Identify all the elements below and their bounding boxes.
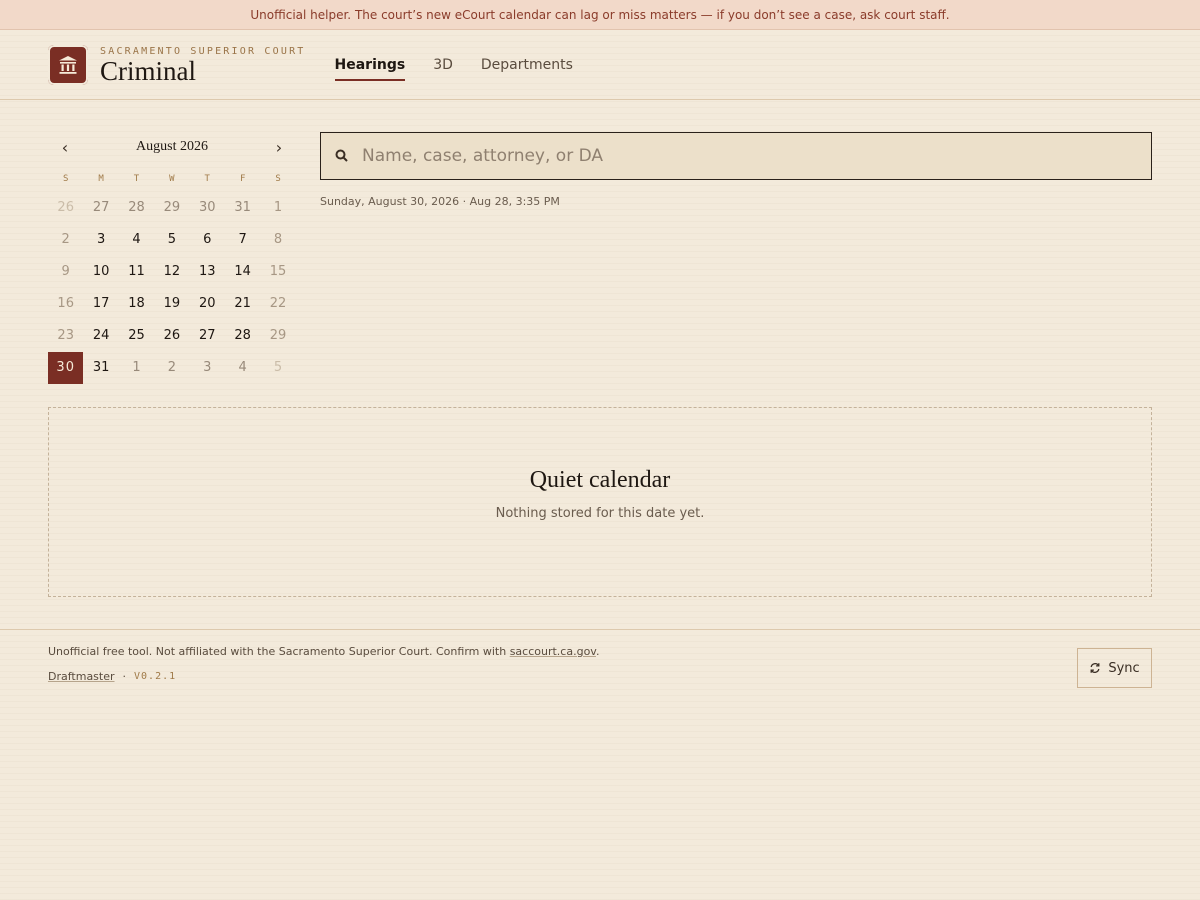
- calendar-day[interactable]: 20: [190, 288, 225, 320]
- credits: Draftmaster · V0.2.1: [48, 670, 176, 683]
- calendar-day[interactable]: 7: [225, 224, 260, 256]
- calendar-day[interactable]: 27: [83, 192, 118, 224]
- calendar-day[interactable]: 26: [154, 320, 189, 352]
- calendar-day[interactable]: 2: [48, 224, 83, 256]
- calendar-day[interactable]: 14: [225, 256, 260, 288]
- disclaimer-end: .: [595, 645, 600, 658]
- calendar-day[interactable]: 30: [48, 352, 84, 384]
- calendar-day[interactable]: 23: [48, 320, 83, 352]
- nav-hearings[interactable]: Hearings: [334, 49, 406, 81]
- next-month-button[interactable]: ›: [272, 138, 286, 157]
- weekday-label: S: [275, 174, 281, 184]
- calendar-day[interactable]: 26: [48, 192, 83, 224]
- weekday-label: T: [133, 174, 140, 184]
- calendar-day[interactable]: 27: [190, 320, 225, 352]
- prev-month-button[interactable]: ‹: [58, 138, 72, 157]
- empty-subtitle: Nothing stored for this date yet.: [495, 506, 705, 521]
- calendar-day[interactable]: 4: [225, 352, 260, 384]
- weekday-label: S: [62, 174, 69, 184]
- credit-link[interactable]: Draftmaster: [48, 670, 115, 683]
- calendar-day[interactable]: 29: [154, 192, 189, 224]
- weekday-label: F: [239, 174, 246, 184]
- search-input[interactable]: [362, 146, 1122, 166]
- calendar-day[interactable]: 11: [119, 256, 154, 288]
- empty-state: Quiet calendar Nothing stored for this d…: [48, 407, 1152, 597]
- calendar-day[interactable]: 31: [83, 352, 118, 384]
- calendar-day[interactable]: 28: [119, 192, 154, 224]
- calendar-day[interactable]: 4: [119, 224, 154, 256]
- credit-separator: ·: [122, 670, 127, 683]
- notice-banner: Unofficial helper. The court’s new eCour…: [0, 0, 1200, 30]
- disclaimer: Unofficial free tool. Not affiliated wit…: [48, 645, 599, 658]
- calendar-day[interactable]: 5: [154, 224, 189, 256]
- calendar-day[interactable]: 13: [190, 256, 225, 288]
- calendar-day[interactable]: 16: [48, 288, 83, 320]
- search-box: [320, 132, 1152, 180]
- notice-text: Unofficial helper. The court’s new eCour…: [250, 7, 950, 22]
- nav-3d[interactable]: 3D: [433, 49, 453, 81]
- calendar-day[interactable]: 21: [225, 288, 260, 320]
- calendar-day[interactable]: 17: [83, 288, 118, 320]
- calendar-day[interactable]: 15: [260, 256, 295, 288]
- brand: SACRAMENTO SUPERIOR COURT Criminal: [100, 46, 306, 86]
- weekday-label: T: [204, 174, 210, 184]
- search-icon: [335, 149, 348, 162]
- court-link[interactable]: saccourt.ca.gov: [510, 645, 596, 658]
- calendar-day[interactable]: 6: [190, 224, 225, 256]
- calendar-day[interactable]: 2: [154, 352, 189, 384]
- calendar-day[interactable]: 22: [260, 288, 295, 320]
- calendar-day[interactable]: 5: [260, 352, 295, 384]
- calendar-day[interactable]: 10: [83, 256, 118, 288]
- calendar-day[interactable]: 29: [260, 320, 295, 352]
- refresh-icon: [1090, 663, 1100, 673]
- calendar-day[interactable]: 25: [119, 320, 154, 352]
- version-label: V0.2.1: [134, 671, 177, 682]
- calendar-day[interactable]: 28: [225, 320, 260, 352]
- calendar-day[interactable]: 8: [260, 224, 295, 256]
- calendar-day[interactable]: 3: [190, 352, 225, 384]
- sync-label: Sync: [1108, 660, 1140, 676]
- calendar-day[interactable]: 3: [83, 224, 118, 256]
- site-header: SACRAMENTO SUPERIOR COURT Criminal Heari…: [0, 30, 1200, 100]
- calendar-day[interactable]: 1: [119, 352, 154, 384]
- sync-button[interactable]: Sync: [1077, 648, 1152, 688]
- calendar-month-label: August 2026: [136, 139, 208, 154]
- courthouse-icon[interactable]: [48, 44, 88, 85]
- empty-title: Quiet calendar: [529, 467, 671, 493]
- disclaimer-text: Unofficial free tool. Not affiliated wit…: [48, 645, 510, 658]
- calendar-day[interactable]: 12: [154, 256, 189, 288]
- mini-calendar: ‹ August 2026 › S M T W T F S 26 27 28 29 30 31 1 2 3 4 5…: [48, 132, 296, 384]
- calendar-day[interactable]: 30: [190, 192, 225, 224]
- calendar-day[interactable]: 1: [260, 192, 295, 224]
- calendar-day[interactable]: 24: [83, 320, 118, 352]
- nav-departments[interactable]: Departments: [481, 49, 573, 81]
- calendar-day[interactable]: 9: [48, 256, 83, 288]
- main-nav: Hearings 3D Departments: [334, 49, 573, 81]
- footer: Unofficial free tool. Not affiliated wit…: [0, 629, 1200, 688]
- calendar-day[interactable]: 31: [225, 192, 260, 224]
- calendar-grid: S M T W T F S 26 27 28 29 30 31 1 2 3 4 5 6 7 8 9 10 11 12 13 14 15…: [48, 166, 296, 384]
- selected-date-line: Sunday, August 30, 2026 · Aug 28, 3:35 P…: [320, 195, 560, 208]
- calendar-day[interactable]: 18: [119, 288, 154, 320]
- calendar-day[interactable]: 19: [154, 288, 189, 320]
- brand-title: Criminal: [100, 55, 196, 86]
- weekday-label: W: [169, 174, 175, 184]
- calendar-header: ‹ August 2026 ›: [48, 132, 296, 162]
- weekday-label: M: [98, 174, 104, 184]
